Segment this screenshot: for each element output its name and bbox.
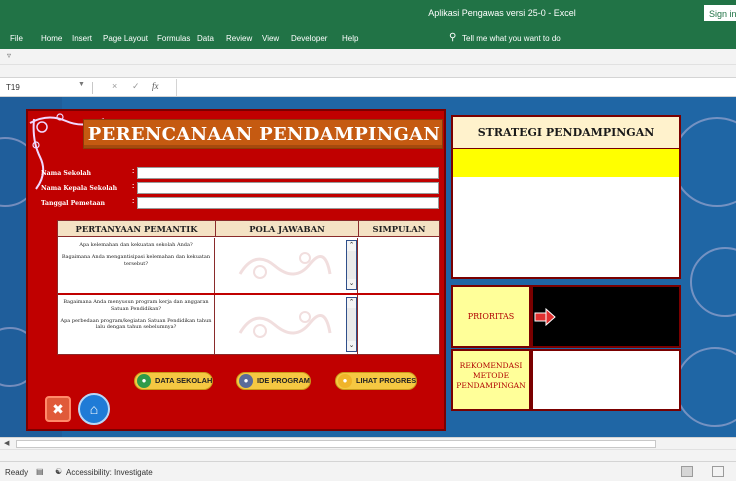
idea-icon: ● — [239, 374, 253, 388]
worksheet: PERENCANAAN PENDAMPINGAN Nama Sekolah : … — [0, 97, 736, 437]
page-title: PERENCANAAN PENDAMPINGAN — [87, 124, 441, 145]
enter-icon[interactable]: ✓ — [132, 81, 140, 92]
insert-function-icon[interactable]: fx — [152, 81, 159, 91]
tab-data[interactable]: Data — [197, 34, 214, 43]
window-title: Aplikasi Pengawas versi 25-0 - Excel — [428, 8, 576, 18]
accessibility-status[interactable]: Accessibility: Investigate — [66, 468, 153, 477]
page-title-banner: PERENCANAAN PENDAMPINGAN — [83, 119, 443, 149]
principal-name-field[interactable] — [137, 182, 439, 194]
mapping-date-field[interactable] — [137, 197, 439, 209]
close-button[interactable]: ✖ — [45, 396, 71, 422]
ornament-watermark — [238, 311, 332, 338]
ribbon-collapsed-area — [0, 65, 736, 77]
scroll-down-icon[interactable]: ⌄ — [347, 279, 356, 289]
chevron-down-icon[interactable]: ▼ — [78, 81, 85, 88]
recommendation-value-cell[interactable] — [531, 349, 681, 411]
strategy-panel: STRATEGI PENDAMPINGAN — [451, 115, 681, 279]
question-table: PERTANYAAN PEMANTIK POLA JAWABAN SIMPULA… — [57, 220, 440, 355]
lihat-progres-button[interactable]: ● LIHAT PROGRES — [335, 372, 418, 390]
page-layout-view-icon[interactable] — [712, 466, 724, 477]
sheet-tab-strip — [0, 449, 736, 461]
scroll-left-icon[interactable]: ◀ — [4, 439, 9, 447]
answer-cell[interactable]: ⌃ ⌄ — [216, 238, 358, 293]
customize-toolbar-icon[interactable]: ▿ — [7, 51, 11, 60]
tab-home[interactable]: Home — [41, 34, 62, 43]
scroll-down-icon[interactable]: ⌄ — [347, 341, 356, 351]
column-header-answers: POLA JAWABAN — [216, 221, 359, 237]
field-colon: : — [132, 183, 135, 190]
strategy-title: STRATEGI PENDAMPINGAN — [477, 126, 655, 139]
close-icon: ✖ — [52, 401, 64, 417]
school-name-label: Nama Sekolah — [41, 170, 92, 177]
data-sekolah-label: DATA SEKOLAH — [155, 376, 213, 385]
principal-name-label: Nama Kepala Sekolah — [41, 185, 118, 192]
home-icon: ⌂ — [89, 401, 99, 417]
field-colon: : — [132, 198, 135, 205]
divider — [92, 82, 93, 94]
priority-label: PRIORITAS — [451, 285, 531, 348]
home-button[interactable]: ⌂ — [78, 393, 110, 425]
formula-bar: T19 ▼ × ✓ fx — [0, 77, 736, 97]
scroll-up-icon[interactable]: ⌃ — [347, 298, 356, 308]
horizontal-scrollbar[interactable]: ◀ — [0, 437, 736, 449]
ribbon-tabs: File Home Insert Page Layout Formulas Da… — [0, 27, 736, 49]
scrollbar-track[interactable] — [16, 440, 656, 448]
mapping-date-label: Tanggal Pemetaan — [41, 200, 105, 207]
tab-page-layout[interactable]: Page Layout — [103, 34, 148, 43]
title-bar: Aplikasi Pengawas versi 25-0 - Excel Sig… — [0, 0, 736, 27]
strategy-highlight-cell[interactable] — [453, 149, 679, 177]
ornament-swirl — [675, 347, 736, 427]
tab-help[interactable]: Help — [342, 34, 358, 43]
tab-review[interactable]: Review — [226, 34, 252, 43]
question-text: Bagaimana Anda menyusun program kerja da… — [63, 299, 209, 312]
lihat-progres-label: LIHAT PROGRES — [356, 376, 417, 385]
quick-access-toolbar: ▿ — [0, 49, 736, 65]
recommendation-label: REKOMENDASI METODE PENDAMPINGAN — [451, 349, 531, 411]
lightbulb-icon: ⚲ — [449, 32, 457, 43]
school-icon: ● — [137, 374, 151, 388]
column-header-questions: PERTANYAAN PEMANTIK — [58, 221, 216, 237]
answer-scrollbar[interactable]: ⌃ ⌄ — [346, 297, 357, 352]
answer-cell[interactable]: ⌃ ⌄ — [216, 295, 358, 354]
tab-formulas[interactable]: Formulas — [157, 34, 190, 43]
cancel-icon[interactable]: × — [112, 81, 117, 91]
macro-record-icon[interactable]: ▤ — [36, 467, 44, 476]
ornament-swirl — [690, 247, 736, 317]
data-sekolah-button[interactable]: ● DATA SEKOLAH — [134, 372, 214, 390]
tab-insert[interactable]: Insert — [72, 34, 92, 43]
strategy-header: STRATEGI PENDAMPINGAN — [453, 117, 679, 149]
question-text: Apa perbedaan program/kegiatan Satuan Pe… — [60, 317, 212, 331]
answer-scrollbar[interactable]: ⌃ ⌄ — [346, 240, 357, 290]
ornament-watermark — [238, 252, 332, 279]
ornament-swirl — [672, 117, 736, 207]
progress-icon: ● — [338, 374, 352, 388]
tab-view[interactable]: View — [262, 34, 279, 43]
priority-value-cell[interactable] — [531, 285, 681, 348]
formula-input[interactable] — [176, 79, 732, 96]
arrow-right-icon — [534, 307, 556, 327]
question-text: Bagaimana Anda mengantisipasi kelemahan … — [61, 253, 211, 267]
field-colon: : — [132, 168, 135, 175]
tab-file[interactable]: File — [10, 34, 23, 43]
scroll-up-icon[interactable]: ⌃ — [347, 241, 356, 251]
school-name-field[interactable] — [137, 167, 439, 179]
accessibility-icon[interactable]: ☯ — [55, 467, 62, 476]
status-ready: Ready — [5, 468, 29, 477]
normal-view-icon[interactable] — [681, 466, 693, 477]
question-cell: Apa kelemahan dan kekuatan sekolah Anda?… — [58, 238, 215, 293]
conclusion-cell[interactable] — [359, 238, 439, 293]
status-bar: Ready ▤ ☯ Accessibility: Investigate — [0, 461, 736, 481]
tab-developer[interactable]: Developer — [291, 34, 327, 43]
question-text: Apa kelemahan dan kekuatan sekolah Anda? — [79, 242, 193, 248]
tell-me-search[interactable]: Tell me what you want to do — [462, 34, 561, 43]
question-cell: Bagaimana Anda menyusun program kerja da… — [58, 295, 215, 354]
ide-program-button[interactable]: ● IDE PROGRAM — [236, 372, 311, 390]
sign-in-button[interactable]: Sign in — [704, 5, 736, 21]
column-header-conclusion: SIMPULAN — [359, 221, 439, 237]
planning-panel: PERENCANAAN PENDAMPINGAN Nama Sekolah : … — [26, 109, 446, 431]
ide-program-label: IDE PROGRAM — [257, 376, 310, 385]
conclusion-cell[interactable] — [359, 295, 439, 354]
